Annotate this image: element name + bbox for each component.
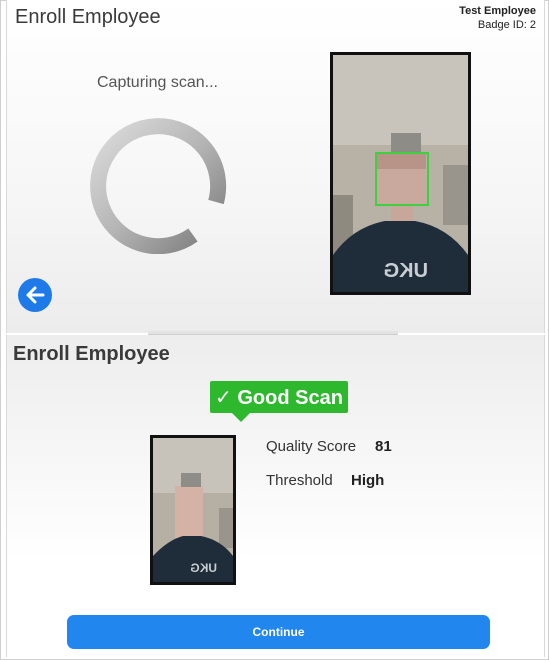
capture-panel: Enroll Employee Test Employee Badge ID: … bbox=[6, 0, 545, 333]
page-title: Enroll Employee bbox=[15, 6, 161, 28]
quality-score-value: 81 bbox=[375, 438, 392, 455]
camera-preview: UKG bbox=[330, 52, 471, 295]
result-panel: Enroll Employee ✓ Good Scan UKG Quality … bbox=[6, 335, 545, 657]
continue-button[interactable]: Continue bbox=[67, 615, 490, 649]
employee-name: Test Employee bbox=[459, 5, 536, 17]
camera-feed-image: UKG bbox=[333, 55, 468, 292]
shirt-logo: UKG bbox=[384, 260, 428, 282]
badge-id: Badge ID: 2 bbox=[477, 19, 536, 31]
threshold-value: High bbox=[351, 472, 385, 489]
captured-face-image: UKG bbox=[153, 438, 233, 582]
loading-spinner-icon bbox=[90, 118, 227, 254]
threshold-label: Threshold bbox=[266, 472, 333, 489]
good-scan-badge: ✓ Good Scan bbox=[210, 381, 348, 422]
capture-status: Capturing scan... bbox=[97, 74, 218, 91]
captured-photo: UKG bbox=[150, 435, 236, 585]
arrow-left-icon bbox=[26, 286, 45, 304]
shirt-logo: UKG bbox=[190, 561, 217, 575]
page-title: Enroll Employee bbox=[13, 343, 170, 365]
back-button[interactable] bbox=[18, 278, 52, 312]
quality-score-label: Quality Score bbox=[266, 438, 357, 455]
